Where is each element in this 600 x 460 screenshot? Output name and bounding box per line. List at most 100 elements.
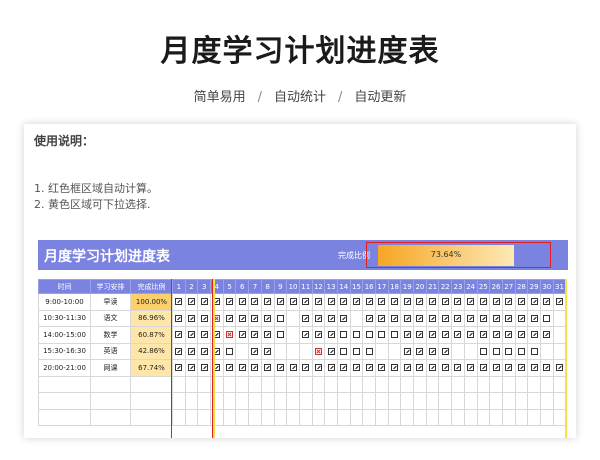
checked-checkbox-icon[interactable] — [200, 314, 208, 322]
checked-checkbox-icon[interactable] — [378, 298, 386, 306]
empty-cell[interactable] — [501, 392, 516, 410]
checked-checkbox-icon[interactable] — [416, 331, 424, 339]
day-cell[interactable] — [375, 342, 389, 360]
empty-cell[interactable] — [527, 375, 541, 393]
checked-checkbox-icon[interactable] — [403, 364, 411, 372]
empty-cell[interactable] — [349, 392, 364, 410]
checked-checkbox-icon[interactable] — [327, 364, 335, 372]
empty-checkbox-icon[interactable] — [340, 347, 348, 355]
day-cell[interactable] — [400, 293, 415, 311]
checked-checkbox-icon[interactable] — [226, 298, 234, 306]
empty-cell[interactable] — [375, 408, 389, 426]
checked-checkbox-icon[interactable] — [238, 298, 246, 306]
day-cell[interactable] — [210, 309, 224, 327]
day-cell[interactable] — [375, 309, 389, 327]
empty-cell[interactable] — [130, 408, 173, 426]
day-cell[interactable] — [184, 326, 199, 344]
day-cell[interactable] — [438, 342, 453, 360]
day-cell[interactable] — [375, 326, 389, 344]
day-cell[interactable] — [425, 309, 440, 327]
empty-cell[interactable] — [387, 375, 402, 393]
checked-checkbox-icon[interactable] — [327, 331, 335, 339]
day-cell[interactable] — [260, 293, 275, 311]
day-cell[interactable] — [260, 342, 275, 360]
empty-cell[interactable] — [336, 392, 351, 410]
checked-checkbox-icon[interactable] — [289, 364, 297, 372]
day-cell[interactable] — [527, 326, 541, 344]
empty-checkbox-icon[interactable] — [543, 314, 551, 322]
checked-checkbox-icon[interactable] — [289, 298, 297, 306]
checked-checkbox-icon[interactable] — [555, 364, 563, 372]
day-cell[interactable] — [222, 326, 237, 344]
checked-checkbox-icon[interactable] — [517, 364, 525, 372]
empty-cell[interactable] — [248, 375, 262, 393]
empty-cell[interactable] — [413, 392, 427, 410]
empty-cell[interactable] — [463, 408, 478, 426]
day-cell[interactable] — [463, 326, 478, 344]
empty-checkbox-icon[interactable] — [352, 347, 360, 355]
checked-checkbox-icon[interactable] — [467, 331, 475, 339]
day-cell[interactable] — [387, 342, 402, 360]
checked-checkbox-icon[interactable] — [264, 347, 272, 355]
day-cell[interactable] — [324, 326, 338, 344]
day-cell[interactable] — [476, 342, 491, 360]
day-cell[interactable] — [501, 293, 516, 311]
checked-checkbox-icon[interactable] — [416, 298, 424, 306]
empty-cell[interactable] — [387, 408, 402, 426]
checked-checkbox-icon[interactable] — [391, 314, 399, 322]
day-cell[interactable] — [248, 359, 262, 377]
day-cell[interactable] — [425, 326, 440, 344]
checked-checkbox-icon[interactable] — [302, 364, 310, 372]
checked-checkbox-icon[interactable] — [467, 314, 475, 322]
checked-checkbox-icon[interactable] — [175, 298, 183, 306]
day-cell[interactable] — [451, 359, 465, 377]
empty-cell[interactable] — [476, 408, 491, 426]
day-cell[interactable] — [539, 309, 554, 327]
day-cell[interactable] — [501, 359, 516, 377]
day-cell[interactable] — [311, 293, 326, 311]
empty-cell[interactable] — [235, 408, 250, 426]
empty-cell[interactable] — [489, 375, 503, 393]
empty-cell[interactable] — [184, 375, 199, 393]
empty-cell[interactable] — [539, 408, 554, 426]
day-cell[interactable] — [222, 359, 237, 377]
day-cell[interactable] — [463, 342, 478, 360]
day-cell[interactable] — [286, 293, 300, 311]
checked-checkbox-icon[interactable] — [505, 298, 513, 306]
checked-checkbox-icon[interactable] — [340, 314, 348, 322]
checked-checkbox-icon[interactable] — [429, 347, 437, 355]
day-cell[interactable] — [248, 342, 262, 360]
day-cell[interactable] — [489, 309, 503, 327]
checked-checkbox-icon[interactable] — [530, 331, 538, 339]
day-cell[interactable] — [349, 326, 364, 344]
checked-checkbox-icon[interactable] — [264, 298, 272, 306]
day-cell[interactable] — [349, 342, 364, 360]
empty-cell[interactable] — [375, 375, 389, 393]
checked-checkbox-icon[interactable] — [378, 364, 386, 372]
empty-cell[interactable] — [184, 408, 199, 426]
empty-cell[interactable] — [38, 392, 91, 410]
checked-checkbox-icon[interactable] — [454, 298, 462, 306]
checked-checkbox-icon[interactable] — [200, 347, 208, 355]
checked-checkbox-icon[interactable] — [213, 364, 221, 372]
day-cell[interactable] — [552, 359, 567, 377]
checked-checkbox-icon[interactable] — [543, 331, 551, 339]
day-cell[interactable] — [514, 359, 529, 377]
day-cell[interactable] — [210, 326, 224, 344]
checked-checkbox-icon[interactable] — [251, 364, 259, 372]
checked-checkbox-icon[interactable] — [302, 314, 310, 322]
empty-cell[interactable] — [90, 375, 131, 393]
checked-checkbox-icon[interactable] — [505, 331, 513, 339]
day-cell[interactable] — [298, 359, 313, 377]
checked-checkbox-icon[interactable] — [365, 298, 373, 306]
empty-cell[interactable] — [400, 408, 415, 426]
empty-cell[interactable] — [184, 392, 199, 410]
day-cell[interactable] — [489, 342, 503, 360]
day-cell[interactable] — [514, 309, 529, 327]
checked-checkbox-icon[interactable] — [403, 298, 411, 306]
checked-checkbox-icon[interactable] — [314, 331, 322, 339]
day-cell[interactable] — [451, 326, 465, 344]
day-cell[interactable] — [527, 359, 541, 377]
empty-cell[interactable] — [210, 375, 224, 393]
empty-checkbox-icon[interactable] — [517, 347, 525, 355]
